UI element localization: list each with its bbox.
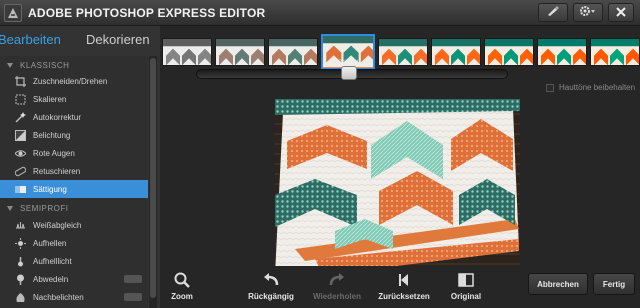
skin-tones-option[interactable]: Hauttöne beibehalten [546,83,635,92]
beta-badge [124,293,142,301]
section-classic[interactable]: KLASSISCH [0,57,148,73]
sidebar-item-label: Retuschieren [33,166,81,176]
magic-wand-icon [15,111,26,123]
preview-thumbnail[interactable] [537,38,587,66]
redo-label: Wiederholen [313,292,361,301]
sidebar-item-label: Abwedeln [33,274,69,284]
sidebar-item-auto-correct[interactable]: Autokorrektur [0,108,148,126]
tab-decorate[interactable]: Dekorieren [86,32,150,47]
white-balance-icon [15,220,26,231]
magnifier-icon [152,272,212,288]
sidebar-item-resize[interactable]: Skalieren [0,90,148,108]
beta-badge [124,275,142,283]
sidebar-item-label: Skalieren [33,94,67,104]
saturation-icon [15,184,26,195]
dodge-icon [15,274,26,285]
section-label: SEMIPROFI [20,203,69,213]
redo-icon [307,272,367,288]
sidebar-item-label: Aufhelllicht [33,256,72,266]
redo-button[interactable]: Wiederholen [307,270,367,304]
burn-icon [15,292,26,303]
title-bar: ADOBE PHOTOSHOP EXPRESS EDITOR [0,0,640,26]
preview-thumbnail[interactable] [484,38,534,66]
skin-tones-label: Hauttöne beibehalten [559,83,636,92]
resize-icon [15,94,26,105]
settings-menu-button[interactable] [573,3,603,22]
mode-tabs: Bearbeiten Dekorieren [0,26,160,54]
sidebar-item-brighten[interactable]: Aufhellen [0,234,148,252]
saturation-slider-knob[interactable] [341,66,357,80]
sidebar-item-label: Aufhellen [33,238,67,248]
preview-thumbnail[interactable] [162,38,212,66]
photo-preview [275,99,520,275]
reset-icon [374,272,434,288]
close-button[interactable] [608,3,634,22]
original-button[interactable]: Original [436,270,496,304]
undo-label: Rückgängig [248,292,294,301]
preview-thumbnail-selected[interactable]: Original [321,34,375,70]
sidebar-item-red-eye[interactable]: Rote Augen [0,144,148,162]
sidebar-item-retouch[interactable]: Retuschieren [0,162,148,180]
preview-thumbnail[interactable] [268,38,318,66]
collapse-triangle-icon [7,205,13,211]
sidebar: Bearbeiten Dekorieren KLASSISCH Zuschnei… [0,26,160,308]
preview-thumbnail[interactable] [378,38,428,66]
close-icon [616,4,626,22]
saturation-preview-strip: Original [162,34,640,70]
sidebar-item-dodge[interactable]: Abwedeln [0,270,148,288]
sidebar-item-label: Weißabgleich [33,220,82,230]
collapse-triangle-icon [7,62,13,68]
preview-thumbnail[interactable] [215,38,265,66]
eye-icon [15,148,26,159]
gear-icon [579,4,597,22]
preview-thumbnail[interactable] [431,38,481,66]
app-title: ADOBE PHOTOSHOP EXPRESS EDITOR [28,6,266,20]
sidebar-item-crop-rotate[interactable]: Zuschneiden/Drehen [0,72,148,90]
tab-edit[interactable]: Bearbeiten [0,32,61,47]
sidebar-item-exposure[interactable]: Belichtung [0,126,148,144]
crop-icon [15,75,26,87]
fill-light-icon [15,256,26,267]
compare-original-icon [436,272,496,288]
zoom-label: Zoom [171,292,193,301]
exposure-icon [15,129,26,141]
sidebar-item-label: Sättigung [33,184,67,194]
preview-thumbnail[interactable] [590,38,640,66]
sidebar-item-label: Autokorrektur [33,112,82,122]
original-label: Original [450,292,482,301]
brush-icon [546,4,560,22]
bottom-toolbar: Zoom Rückgängig Wiederholen Zurücksetzen… [160,266,640,308]
sidebar-item-label: Zuschneiden/Drehen [33,76,108,86]
sidebar-item-label: Nachbelichten [33,292,84,302]
section-semipro[interactable]: SEMIPROFI [0,200,148,216]
photoshop-express-logo-icon [4,4,22,22]
section-label: KLASSISCH [20,60,70,70]
skin-tones-checkbox[interactable] [546,83,554,92]
sidebar-item-label: Belichtung [33,130,71,140]
brush-menu-button[interactable] [538,3,568,22]
undo-icon [241,272,301,288]
reset-button[interactable]: Zurücksetzen [374,270,434,304]
scrollbar-thumb[interactable] [150,58,156,298]
sidebar-item-label: Rote Augen [33,148,75,158]
cancel-button[interactable]: Abbrechen [528,273,588,295]
sidebar-item-saturation[interactable]: Sättigung [0,180,148,198]
sidebar-item-burn[interactable]: Nachbelichten [0,288,148,306]
sun-icon [15,237,26,249]
reset-label: Zurücksetzen [378,292,430,301]
undo-button[interactable]: Rückgängig [241,270,301,304]
bandage-icon [15,166,26,177]
sidebar-item-fill-light[interactable]: Aufhelllicht [0,252,148,270]
zoom-button[interactable]: Zoom [152,270,212,304]
tool-list: KLASSISCH Zuschneiden/Drehen Skalieren A… [0,56,148,308]
sidebar-item-white-balance[interactable]: Weißabgleich [0,216,148,234]
done-button[interactable]: Fertig [593,273,635,295]
